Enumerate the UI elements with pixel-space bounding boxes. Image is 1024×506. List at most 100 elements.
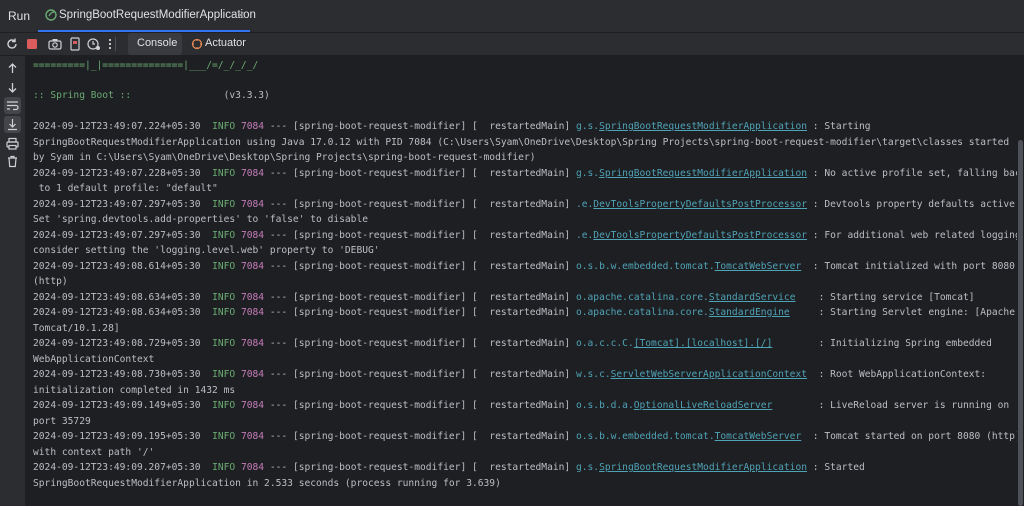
- console-output[interactable]: =========|_|==============|___/=/_/_/_/ …: [25, 56, 1017, 506]
- spring-boot-version-line: :: Spring Boot :: (v3.3.3): [33, 88, 270, 103]
- log-pid: 7084: [240, 338, 265, 349]
- log-app: --- [spring-boot-request-modifier] [ res…: [264, 338, 576, 349]
- profiler-icon[interactable]: [86, 36, 102, 52]
- console-side-toolbar: [0, 56, 25, 506]
- rerun-icon[interactable]: [4, 36, 20, 52]
- log-level: INFO: [212, 369, 236, 380]
- log-level: INFO: [212, 260, 236, 272]
- log-pid: 7084: [240, 229, 265, 241]
- log-class[interactable]: o.apache.catalina.core.StandardEngine: [576, 307, 790, 318]
- soft-wrap-icon[interactable]: [4, 97, 21, 114]
- log-timestamp: 2024-09-12T23:49:08.634+05:30: [33, 291, 213, 303]
- log-class[interactable]: g.s.SpringBootRequestModifierApplication: [576, 462, 807, 473]
- log-message: : Tomcat initialized with port 8080: [801, 260, 1015, 272]
- run-tool-window-header: Run SpringBootRequestModifierApplication…: [0, 0, 1024, 33]
- run-toolbar: Console Actuator: [0, 33, 1024, 55]
- log-app: --- [spring-boot-request-modifier] [ res…: [264, 229, 576, 241]
- panel-title: Run: [8, 9, 31, 23]
- log-message: : LiveReload server is running on: [772, 400, 1010, 411]
- log-level: INFO: [212, 338, 236, 349]
- console-scrollbar[interactable]: [1017, 56, 1024, 506]
- log-level: INFO: [212, 462, 236, 473]
- log-timestamp: 2024-09-12T23:49:09.149+05:30: [33, 400, 213, 411]
- log-continuation: port 35729: [33, 415, 91, 427]
- camera-icon[interactable]: [47, 36, 63, 52]
- log-class[interactable]: .e.DevToolsPropertyDefaultsPostProcessor: [576, 230, 807, 241]
- banner-line: =========|_|==============|___/=/_/_/_/: [33, 60, 259, 71]
- log-pid: 7084: [240, 167, 265, 179]
- log-timestamp: 2024-09-12T23:49:07.297+05:30: [33, 229, 213, 241]
- spring-boot-label: :: Spring Boot ::: [33, 90, 132, 101]
- log-class[interactable]: o.s.b.w.embedded.tomcat.TomcatWebServer: [576, 431, 801, 442]
- log-app: --- [spring-boot-request-modifier] [ res…: [264, 291, 576, 303]
- log-level: INFO: [212, 167, 236, 179]
- log-line: 2024-09-12T23:49:09.195+05:30 INFO 7084 …: [33, 429, 1017, 444]
- log-app: --- [spring-boot-request-modifier] [ res…: [264, 198, 576, 210]
- run-tab-title: SpringBootRequestModifierApplication: [59, 9, 256, 21]
- log-level: INFO: [212, 121, 236, 132]
- log-line: 2024-09-12T23:49:07.228+05:30 INFO 7084 …: [33, 166, 1017, 181]
- log-pid: 7084: [240, 431, 265, 442]
- log-class[interactable]: o.apache.catalina.core.StandardService: [576, 292, 796, 303]
- scrollbar-thumb[interactable]: [1018, 140, 1023, 506]
- log-level: INFO: [212, 400, 236, 411]
- log-app: --- [spring-boot-request-modifier] [ res…: [264, 400, 576, 411]
- log-class[interactable]: g.s.SpringBootRequestModifierApplication: [576, 168, 807, 179]
- log-pid: 7084: [240, 291, 265, 303]
- close-tab-icon[interactable]: ✕: [236, 9, 245, 22]
- arrow-down-icon[interactable]: [4, 79, 21, 96]
- log-continuation: Set 'spring.devtools.add-properties' to …: [33, 214, 369, 225]
- log-line: 2024-09-12T23:49:09.149+05:30 INFO 7084 …: [33, 398, 1009, 413]
- log-line: 2024-09-12T23:49:07.297+05:30 INFO 7084 …: [33, 197, 1017, 212]
- arrow-up-icon[interactable]: [4, 60, 21, 77]
- run-config-tab[interactable]: SpringBootRequestModifierApplication ✕: [38, 0, 256, 32]
- log-level: INFO: [212, 307, 236, 318]
- log-line: 2024-09-12T23:49:09.207+05:30 INFO 7084 …: [33, 460, 865, 475]
- log-line: 2024-09-12T23:49:08.729+05:30 INFO 7084 …: [33, 336, 992, 351]
- log-continuation: to 1 default profile: "default": [33, 183, 218, 194]
- log-continuation: SpringBootRequestModifierApplication in …: [33, 477, 501, 489]
- log-app: --- [spring-boot-request-modifier] [ res…: [264, 369, 576, 380]
- log-pid: 7084: [240, 462, 265, 473]
- log-message: : No active profile set, falling back: [807, 167, 1017, 179]
- log-app: --- [spring-boot-request-modifier] [ res…: [264, 260, 576, 272]
- log-line: 2024-09-12T23:49:08.634+05:30 INFO 7084 …: [33, 305, 1015, 320]
- log-message: : For additional web related logging: [807, 229, 1017, 241]
- log-class[interactable]: w.s.c.ServletWebServerApplicationContext: [576, 369, 807, 380]
- print-icon[interactable]: [4, 135, 21, 152]
- spring-boot-icon: [45, 9, 57, 21]
- dump-threads-icon[interactable]: [67, 36, 83, 52]
- log-continuation: (http): [33, 276, 68, 287]
- actuator-icon: [191, 38, 203, 50]
- log-pid: 7084: [240, 260, 265, 272]
- log-continuation: Tomcat/10.1.28]: [33, 322, 120, 334]
- log-continuation: consider setting the 'logging.level.web'…: [33, 245, 380, 256]
- log-pid: 7084: [240, 198, 265, 210]
- log-app: --- [spring-boot-request-modifier] [ res…: [264, 121, 576, 132]
- log-timestamp: 2024-09-12T23:49:08.634+05:30: [33, 307, 213, 318]
- log-class[interactable]: g.s.SpringBootRequestModifierApplication: [576, 121, 807, 132]
- log-app: --- [spring-boot-request-modifier] [ res…: [264, 462, 576, 473]
- trash-icon[interactable]: [4, 153, 21, 170]
- stop-icon[interactable]: [24, 36, 40, 52]
- log-level: INFO: [212, 198, 236, 210]
- log-message: : Starting: [807, 121, 871, 132]
- log-pid: 7084: [240, 369, 265, 380]
- log-continuation: initialization completed in 1432 ms: [33, 384, 236, 396]
- log-timestamp: 2024-09-12T23:49:08.730+05:30: [33, 369, 213, 380]
- log-message: : Root WebApplicationContext:: [807, 369, 987, 380]
- log-class[interactable]: .e.DevToolsPropertyDefaultsPostProcessor: [576, 199, 807, 210]
- tab-console-label: Console: [137, 37, 178, 49]
- log-pid: 7084: [240, 400, 265, 411]
- log-message: : Devtools property defaults active!: [807, 198, 1017, 210]
- log-continuation: SpringBootRequestModifierApplication usi…: [33, 136, 1010, 148]
- log-class[interactable]: o.s.b.w.embedded.tomcat.TomcatWebServer: [576, 261, 801, 272]
- log-class[interactable]: o.s.b.d.a.OptionalLiveReloadServer: [576, 400, 772, 411]
- tab-console[interactable]: Console: [128, 33, 182, 55]
- log-continuation: with context path '/': [33, 446, 155, 458]
- scroll-to-end-icon[interactable]: [4, 116, 21, 133]
- log-continuation: WebApplicationContext: [33, 353, 155, 365]
- log-continuation: by Syam in C:\Users\Syam\OneDrive\Deskto…: [33, 152, 536, 163]
- log-level: INFO: [212, 291, 236, 303]
- log-class[interactable]: o.a.c.c.C.[Tomcat].[localhost].[/]: [576, 338, 772, 349]
